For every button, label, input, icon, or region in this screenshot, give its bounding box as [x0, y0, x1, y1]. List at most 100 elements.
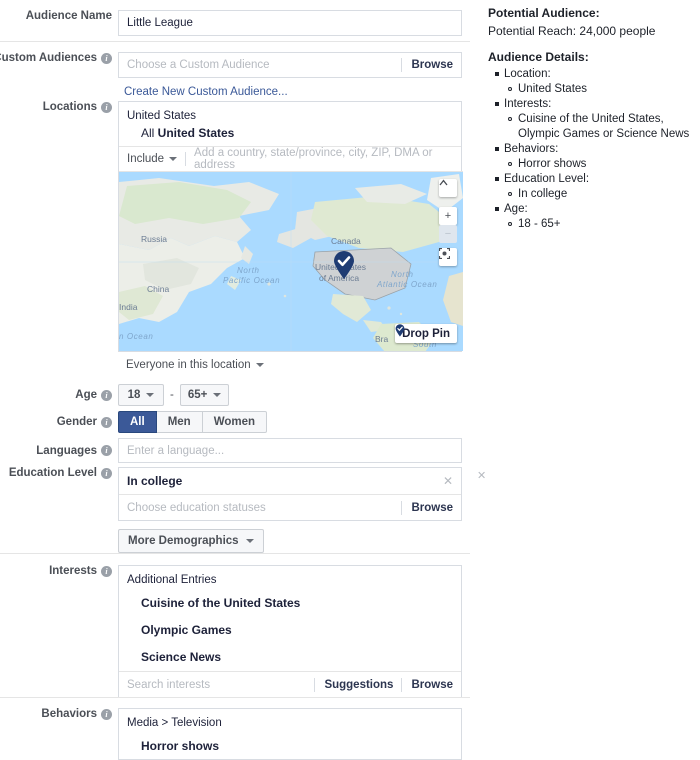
interests-item[interactable]: Olympic Games	[119, 617, 461, 644]
create-new-custom-audience-link[interactable]: Create New Custom Audience...	[124, 86, 288, 98]
languages-label: Languages	[36, 444, 97, 457]
locations-search-placeholder[interactable]: Add a country, state/province, city, ZIP…	[194, 147, 461, 171]
map-zoom-out-button[interactable]: −	[439, 225, 457, 243]
remove-education-level-icon[interactable]: ✕	[477, 469, 486, 482]
divider-3	[0, 697, 470, 698]
everyone-in-location-label: Everyone in this location	[126, 359, 251, 371]
education-level-box: In college ✕ Choose education statuses B…	[118, 467, 462, 521]
interests-search-row: Search interests Suggestions Browse	[119, 671, 461, 697]
detail-value-text: United States	[518, 83, 588, 95]
audience-targeting-page: Audience Name Little League Custom Audie…	[0, 0, 700, 760]
divider-1	[0, 41, 470, 42]
info-icon[interactable]: i	[101, 416, 112, 428]
locations-country-header: United States	[127, 110, 197, 122]
audience-name-input[interactable]: Little League	[118, 10, 462, 36]
locations-label-wrap: Locations i	[0, 101, 118, 113]
info-icon[interactable]: i	[101, 565, 112, 577]
interests-item[interactable]: Cuisine of the United States	[119, 590, 461, 617]
info-icon[interactable]: i	[101, 101, 112, 113]
behaviors-box: Media > Television Horror shows	[118, 708, 462, 760]
interests-search-placeholder[interactable]: Search interests	[127, 679, 210, 691]
info-icon[interactable]: i	[101, 708, 112, 720]
bullet-circle-icon	[508, 222, 512, 226]
locations-row: Locations i United States All United Sta…	[0, 101, 463, 371]
info-icon[interactable]: i	[101, 445, 112, 456]
detail-value: Cuisine of the United States, Olympic Ga…	[508, 112, 700, 142]
gender-option-men[interactable]: Men	[156, 411, 203, 433]
targeting-form: Audience Name Little League Custom Audie…	[0, 0, 486, 760]
map-fullscreen-button[interactable]	[439, 248, 457, 266]
age-min-select[interactable]: 18	[118, 384, 164, 406]
behaviors-label-wrap: Behaviors i	[0, 708, 118, 720]
locations-include-dropdown[interactable]: Include	[127, 153, 178, 165]
education-level-selected-row: In college ✕	[119, 468, 461, 494]
chevron-down-icon	[213, 393, 222, 397]
interests-browse-button[interactable]: Browse	[401, 677, 461, 692]
locations-map[interactable]: Russia China India Canada United States …	[119, 171, 463, 351]
info-icon[interactable]: i	[101, 467, 112, 479]
bullet-circle-icon	[508, 162, 512, 166]
education-level-browse-button[interactable]: Browse	[401, 500, 461, 515]
detail-label: Interests:	[504, 98, 552, 110]
detail-values: In college	[504, 187, 700, 202]
interests-label: Interests	[49, 565, 97, 577]
audience-name-row: Audience Name Little League	[0, 10, 462, 36]
close-icon[interactable]: ✕	[443, 474, 453, 488]
gender-option-all[interactable]: All	[118, 411, 157, 433]
custom-audiences-label: Custom Audiences	[0, 52, 97, 64]
map-label-canada: Canada	[331, 236, 361, 246]
bullet-square-icon	[495, 177, 499, 181]
education-level-label: Education Level	[8, 467, 97, 479]
locations-selected-bold: United States	[157, 126, 235, 140]
custom-audiences-input[interactable]: Choose a Custom Audience Browse	[118, 52, 462, 78]
interests-item[interactable]: Science News	[119, 644, 461, 671]
education-level-search-row: Choose education statuses Browse	[119, 494, 461, 520]
bullet-square-icon	[495, 147, 499, 151]
detail-values: 18 - 65+	[504, 217, 700, 232]
more-demographics-button[interactable]: More Demographics	[118, 529, 264, 553]
map-pan-up-button[interactable]	[439, 179, 457, 197]
bullet-circle-icon	[508, 87, 512, 91]
age-max-select[interactable]: 65+	[179, 384, 230, 406]
languages-placeholder: Enter a language...	[127, 444, 225, 457]
potential-reach-text: Potential Reach: 24,000 people	[488, 24, 656, 38]
languages-input[interactable]: Enter a language...	[118, 438, 462, 463]
locations-include-label: Include	[127, 153, 165, 165]
map-label-bra: Bra	[375, 334, 389, 344]
info-icon[interactable]: i	[101, 52, 112, 64]
map-label-north-pacific-1: North	[237, 266, 260, 275]
detail-group: Age: 18 - 65+	[495, 202, 700, 232]
detail-label: Education Level:	[504, 173, 590, 185]
map-location-pin[interactable]	[332, 250, 356, 280]
locations-selected-prefix: All	[141, 126, 158, 140]
gender-label: Gender	[56, 416, 97, 428]
age-label: Age	[75, 389, 97, 401]
custom-audiences-placeholder: Choose a Custom Audience	[127, 59, 270, 71]
chevron-down-icon	[146, 393, 155, 397]
locations-box: United States All United States Include …	[118, 101, 463, 352]
detail-group: Behaviors: Horror shows	[495, 142, 700, 172]
detail-values: Horror shows	[504, 157, 700, 172]
behaviors-group-header: Media > Television	[127, 717, 222, 729]
bullet-circle-icon	[508, 192, 512, 196]
map-zoom-in-button[interactable]: +	[439, 207, 457, 225]
locations-selected-item[interactable]: All United States	[127, 124, 453, 142]
bullet-square-icon	[495, 72, 499, 76]
audience-summary-panel: Potential Audience: Potential Reach: 24,…	[488, 6, 700, 232]
chevron-down-icon	[245, 539, 254, 543]
everyone-in-location-dropdown[interactable]: Everyone in this location	[126, 359, 462, 371]
interests-suggestions-button[interactable]: Suggestions	[314, 677, 401, 692]
behaviors-item[interactable]: Horror shows	[119, 733, 461, 760]
gender-label-wrap: Gender i	[0, 416, 118, 428]
custom-audiences-label-wrap: Custom Audiences i	[0, 52, 118, 64]
age-max-value: 65+	[187, 389, 208, 401]
drop-pin-button[interactable]: Drop Pin	[395, 324, 457, 343]
education-level-placeholder[interactable]: Choose education statuses	[127, 502, 266, 514]
gender-option-women[interactable]: Women	[202, 411, 268, 433]
audience-name-value: Little League	[127, 17, 193, 29]
custom-audiences-browse-button[interactable]: Browse	[401, 58, 461, 72]
locations-field: United States All United States Include …	[118, 101, 463, 371]
gender-segmented-control: All Men Women	[118, 411, 268, 433]
info-icon[interactable]: i	[101, 389, 112, 401]
detail-value: Horror shows	[508, 157, 700, 172]
